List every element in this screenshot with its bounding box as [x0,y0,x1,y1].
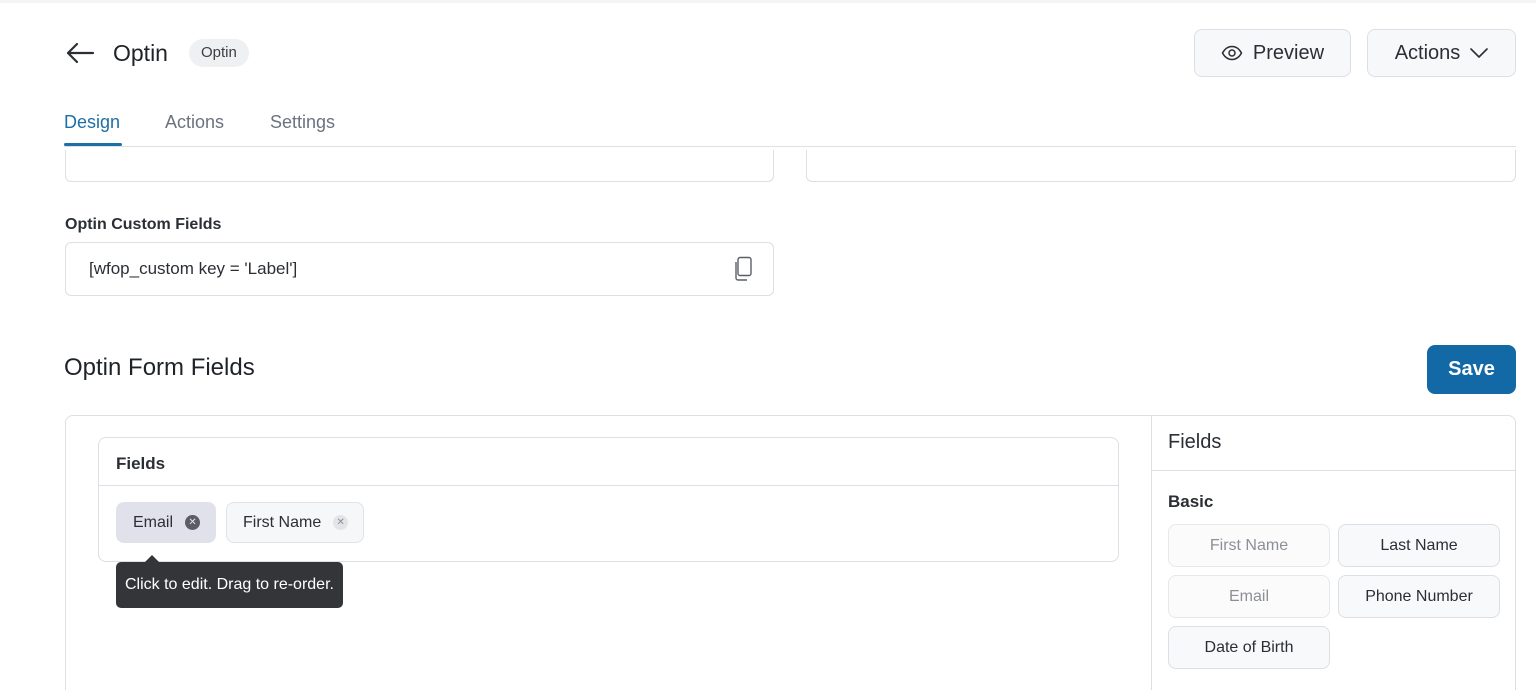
fields-box-title: Fields [116,454,166,473]
chip-label: First Name [243,513,322,531]
add-field-email[interactable]: Email [1168,575,1330,618]
panel-divider [1151,416,1152,690]
active-tab-indicator [64,143,122,146]
add-field-last-name[interactable]: Last Name [1338,524,1500,567]
tab-design[interactable]: Design [64,112,120,133]
scrolled-input-left[interactable] [65,150,774,182]
tab-bar: Design Actions Settings [64,110,1516,147]
remove-icon[interactable]: ✕ [185,515,201,530]
actions-label: Actions [1394,41,1461,64]
arrow-left-icon[interactable] [64,38,96,68]
eye-icon [1221,45,1243,61]
sidebar-group-basic: Basic [1168,492,1214,511]
shortcode-text: [wfop_custom key = 'Label'] [89,259,298,278]
top-border [0,0,1536,3]
preview-label: Preview [1252,41,1325,64]
sidebar-title: Fields [1168,431,1222,453]
field-chip-email[interactable]: Email ✕ [116,502,217,543]
tab-settings[interactable]: Settings [270,112,335,133]
field-chip-first-name[interactable]: First Name ✕ [226,502,365,543]
add-field-phone-number[interactable]: Phone Number [1338,575,1500,618]
remove-icon[interactable]: ✕ [333,515,349,530]
form-fields-title: Optin Form Fields [64,354,255,381]
actions-dropdown-button[interactable]: Actions [1367,29,1516,77]
custom-fields-label: Optin Custom Fields [65,216,222,233]
preview-button[interactable]: Preview [1194,29,1351,77]
custom-field-shortcode[interactable]: [wfop_custom key = 'Label'] [65,242,774,296]
selected-fields-box: Fields Email ✕ First Name ✕ [98,437,1119,562]
chip-label: Email [133,513,174,531]
scrolled-input-right[interactable] [806,150,1516,182]
tab-actions[interactable]: Actions [165,112,224,133]
chevron-down-icon [1470,48,1489,58]
add-field-first-name[interactable]: First Name [1168,524,1330,567]
copy-icon[interactable] [733,256,753,282]
tooltip: Click to edit. Drag to re-order. [116,562,343,608]
add-field-date-of-birth[interactable]: Date of Birth [1168,626,1330,669]
fields-box-header: Fields [99,438,1118,486]
save-button[interactable]: Save [1427,345,1516,394]
page-title: Optin [113,40,168,66]
sidebar-divider [1152,470,1515,471]
status-badge: Optin [189,39,249,67]
